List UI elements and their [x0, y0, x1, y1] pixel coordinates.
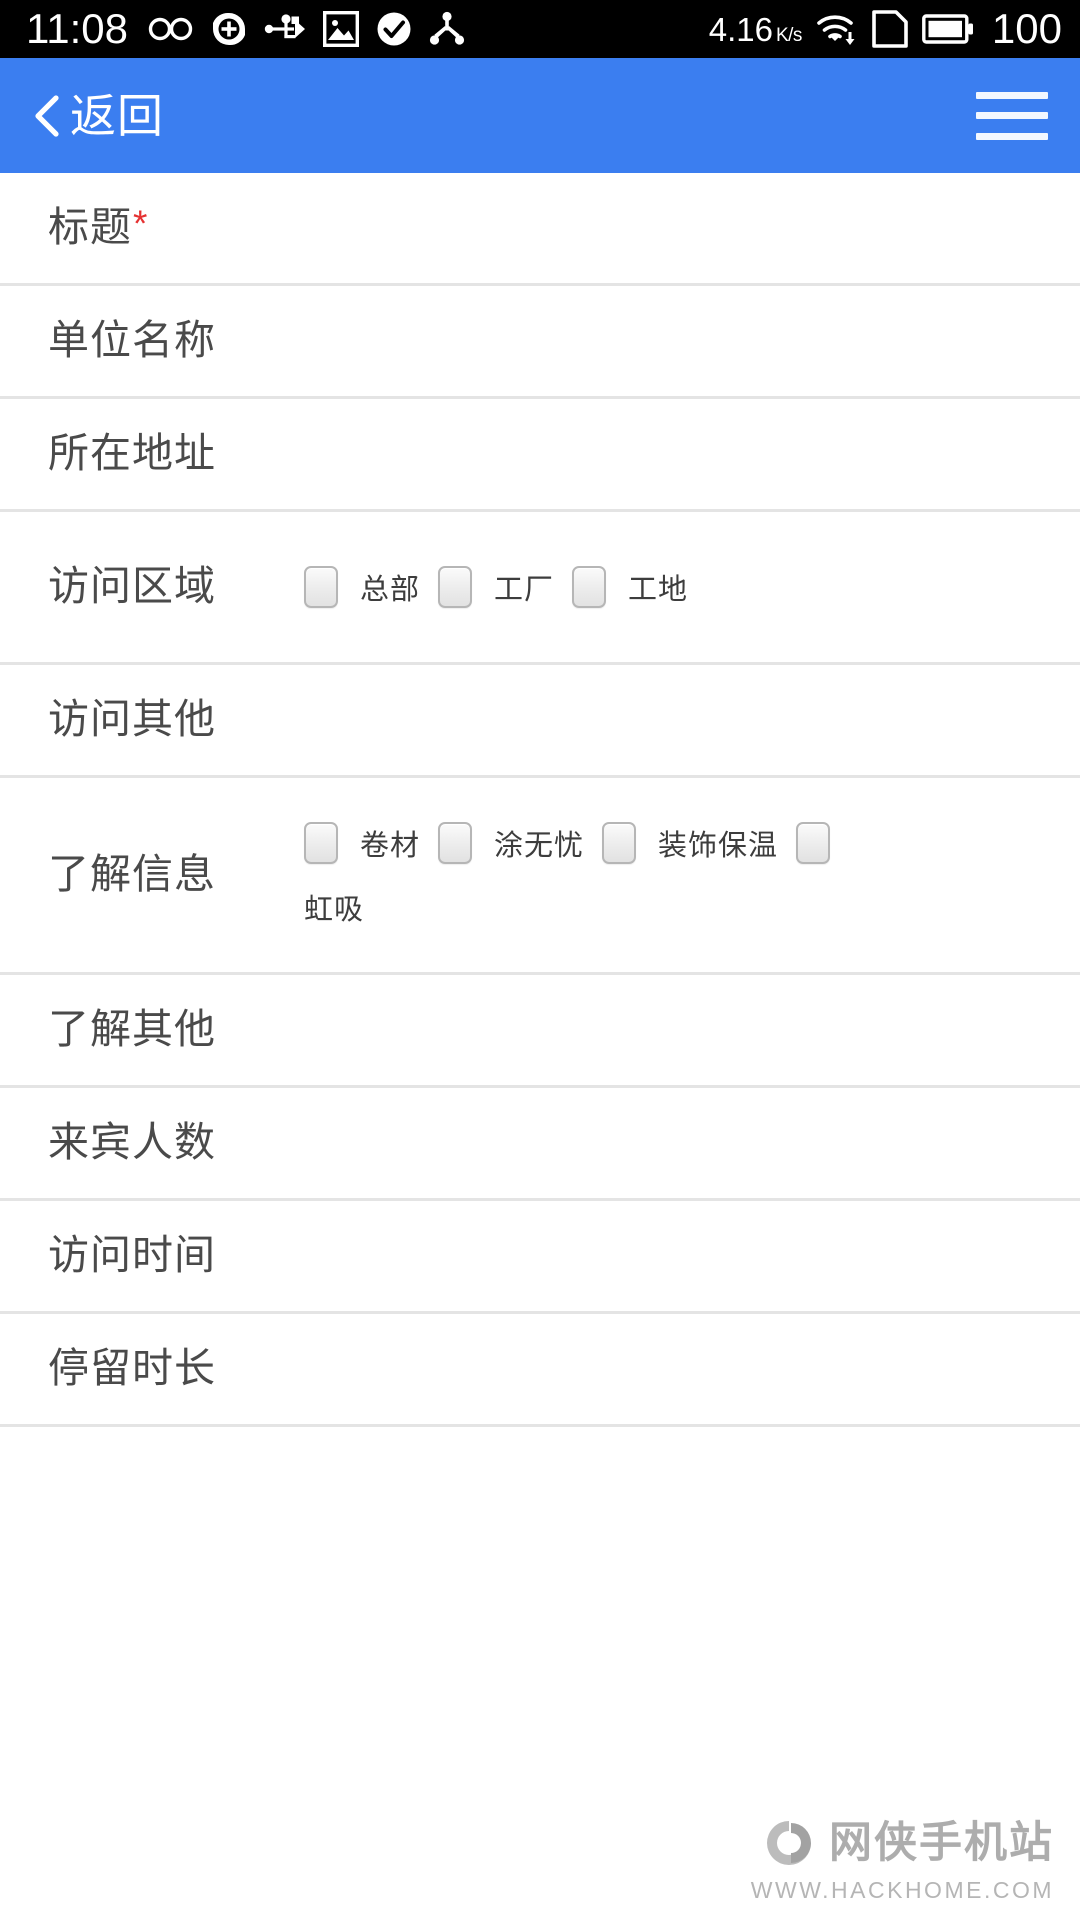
guest-count-input[interactable] [304, 1121, 1064, 1165]
address-input[interactable] [304, 432, 1064, 476]
network-speed: 4.16 K/s [708, 10, 803, 48]
status-clock: 11:08 [26, 5, 128, 52]
checkbox-label: 涂无忧 [494, 830, 585, 862]
checkbox-info-interest-1[interactable]: 涂无忧 [438, 822, 584, 864]
label-title-text: 标题 [48, 204, 132, 251]
checkbox-visit-area-1[interactable]: 工厂 [438, 566, 554, 608]
checkbox-box-icon[interactable] [602, 822, 637, 864]
checkbox-label: 装饰保温 [658, 830, 779, 862]
checkbox-info-interest-2[interactable]: 装饰保温 [602, 822, 778, 864]
field-guest-count[interactable] [304, 1121, 1080, 1165]
form-row-guest-count[interactable]: 来宾人数 [0, 1088, 1080, 1201]
label-visit-area: 访问区域 [48, 563, 216, 610]
checkbox-visit-area-2[interactable]: 工地 [572, 566, 688, 608]
field-visit-other[interactable] [304, 698, 1080, 742]
form-row-stay-duration[interactable]: 停留时长 [0, 1314, 1080, 1427]
label-stay-duration: 停留时长 [48, 1345, 216, 1392]
form-row-address[interactable]: 所在地址 [0, 399, 1080, 512]
checkbox-info-interest-3-box[interactable] [796, 822, 831, 864]
watermark-site-name: 网侠手机站 [829, 1818, 1054, 1867]
battery-percentage: 100 [991, 5, 1062, 52]
back-button-label: 返回 [70, 89, 164, 142]
field-title[interactable] [304, 206, 1080, 250]
menu-bar-bottom [976, 132, 1048, 140]
status-bar: 11:08 4.16 K/s 100 [0, 0, 1080, 58]
site-watermark: 网侠手机站 WWW.HACKHOME.COM [751, 1817, 1054, 1904]
chevron-left-icon [35, 94, 59, 137]
field-visit-area: 总部 工厂 工地 [304, 558, 1080, 616]
usb-icon [264, 14, 305, 39]
info-other-input[interactable] [304, 1008, 1064, 1052]
form-row-info-other[interactable]: 了解其他 [0, 975, 1080, 1088]
image-icon [323, 11, 359, 47]
form-row-company-name[interactable]: 单位名称 [0, 286, 1080, 399]
form-row-visit-time[interactable]: 访问时间 [0, 1201, 1080, 1314]
sim-card-icon [872, 10, 908, 48]
label-title: 标题* [48, 202, 304, 253]
required-marker: * [133, 203, 149, 245]
checkbox-label: 工厂 [494, 574, 555, 606]
sync-add-icon [213, 12, 245, 46]
menu-bar-middle [976, 112, 1048, 119]
share-nodes-icon [429, 11, 465, 45]
label-visit-other: 访问其他 [48, 696, 216, 743]
checkbox-label: 卷材 [360, 830, 421, 862]
watermark-top: 网侠手机站 [761, 1817, 1054, 1869]
visit-time-input[interactable] [304, 1234, 1064, 1278]
label-guest-count: 来宾人数 [48, 1119, 216, 1166]
checkbox-info-interest-0[interactable]: 卷材 [304, 822, 420, 864]
visit-area-checkbox-group: 总部 工厂 工地 [304, 558, 1064, 616]
status-bar-left-icons [148, 11, 465, 47]
visit-registration-form: 标题* 单位名称 所在地址 访问区域 总部 工厂 工地 访问其他 了解信息 卷材… [0, 173, 1080, 1920]
form-row-title[interactable]: 标题* [0, 173, 1080, 286]
form-row-visit-area: 访问区域 总部 工厂 工地 [0, 512, 1080, 665]
status-bar-right-icons: 4.16 K/s 100 [709, 8, 1062, 50]
hamburger-menu-icon[interactable] [976, 88, 1048, 144]
checkbox-visit-area-0[interactable]: 总部 [304, 566, 420, 608]
network-speed-unit: K/s [775, 24, 802, 46]
field-info-other[interactable] [304, 1008, 1080, 1052]
form-row-visit-other[interactable]: 访问其他 [0, 665, 1080, 778]
watermark-url: WWW.HACKHOME.COM [750, 1877, 1054, 1903]
battery-icon [922, 14, 973, 44]
checkbox-box-icon[interactable] [304, 566, 338, 608]
label-info-other: 了解其他 [48, 1006, 216, 1053]
checkbox-info-interest-3[interactable]: 虹吸 [304, 886, 1064, 928]
field-address[interactable] [304, 432, 1080, 476]
back-button[interactable]: 返回 [30, 93, 164, 139]
label-info-interest: 了解信息 [48, 851, 216, 898]
stay-duration-input[interactable] [304, 1347, 1064, 1391]
infinity-icon [148, 17, 193, 41]
checkbox-box-icon[interactable] [438, 822, 473, 864]
field-company-name[interactable] [304, 319, 1080, 363]
app-header: 返回 [0, 58, 1080, 173]
check-circle-icon [377, 12, 411, 46]
wifi-download-icon [817, 15, 855, 45]
hackhome-logo-icon [767, 1821, 811, 1865]
field-stay-duration[interactable] [304, 1347, 1080, 1391]
network-speed-value: 4.16 [708, 10, 773, 48]
label-company-name: 单位名称 [48, 317, 216, 364]
info-interest-checkbox-group: 卷材 涂无忧 装饰保温 虹吸 [304, 814, 1064, 936]
visit-other-input[interactable] [304, 698, 1064, 742]
company-name-input[interactable] [304, 319, 1064, 363]
form-row-info-interest: 了解信息 卷材 涂无忧 装饰保温 虹吸 [0, 778, 1080, 975]
checkbox-box-icon[interactable] [438, 566, 473, 608]
label-address: 所在地址 [48, 430, 216, 477]
checkbox-box-icon[interactable] [304, 822, 338, 864]
checkbox-label: 工地 [628, 574, 689, 606]
checkbox-label: 虹吸 [304, 894, 365, 926]
checkbox-box-icon[interactable] [796, 822, 831, 864]
field-info-interest: 卷材 涂无忧 装饰保温 虹吸 [304, 814, 1080, 936]
title-input[interactable] [304, 206, 1064, 250]
label-visit-time: 访问时间 [48, 1232, 216, 1279]
menu-bar-top [976, 91, 1048, 99]
field-visit-time[interactable] [304, 1234, 1080, 1278]
checkbox-box-icon[interactable] [572, 566, 607, 608]
phone-screen: 11:08 4.16 K/s 100 返回 标题* 单位名称 所在地址 访问区域… [0, 0, 1080, 1920]
checkbox-label: 总部 [360, 574, 421, 606]
